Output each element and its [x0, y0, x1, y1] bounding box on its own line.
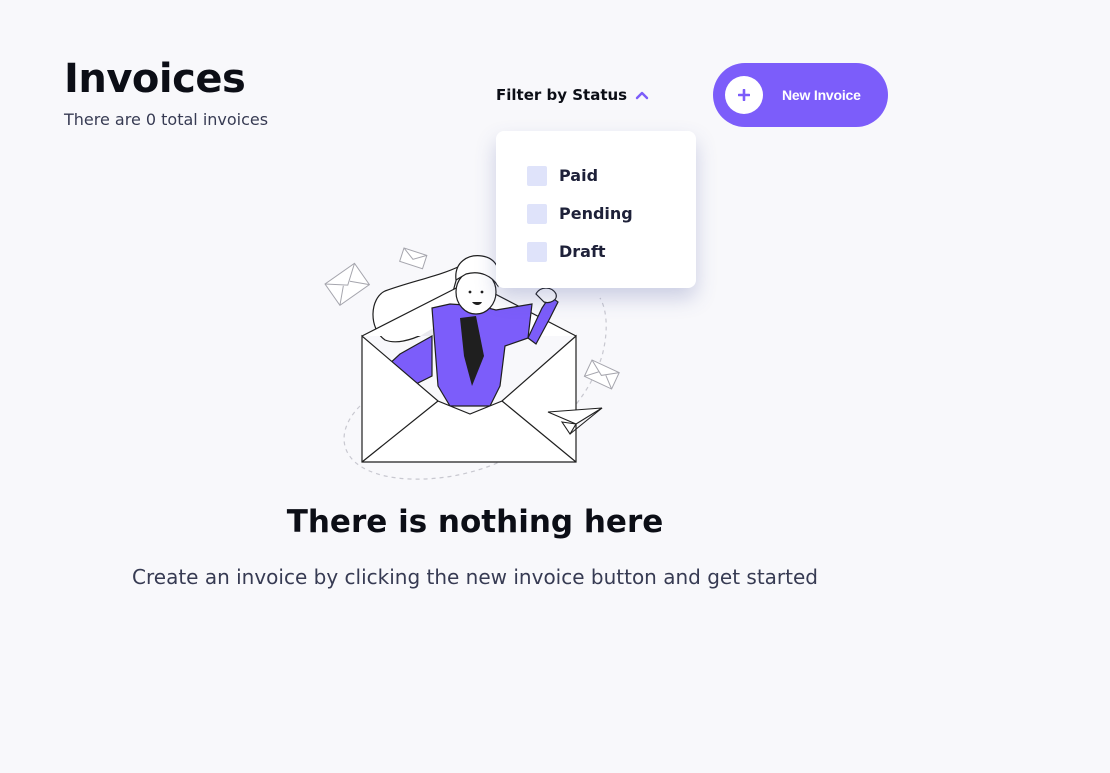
- filter-option-draft[interactable]: Draft: [496, 233, 696, 271]
- filter-label: Filter by Status: [496, 86, 628, 104]
- filter-dropdown: Paid Pending Draft: [496, 131, 696, 288]
- filter-option-label: Pending: [559, 204, 633, 223]
- plus-icon-circle: [725, 76, 763, 114]
- page-title: Invoices: [64, 56, 246, 102]
- plus-icon: [738, 89, 750, 101]
- filter-option-label: Draft: [559, 242, 606, 261]
- filter-by-status-toggle[interactable]: Filter by Status: [496, 84, 649, 106]
- new-invoice-button[interactable]: New Invoice: [713, 63, 888, 127]
- empty-state-text: Create an invoice by clicking the new in…: [132, 565, 818, 589]
- new-invoice-label: New Invoice: [782, 87, 861, 103]
- invoices-page: Invoices There are 0 total invoices Filt…: [0, 0, 1110, 773]
- pending-checkbox[interactable]: [527, 204, 547, 224]
- filter-option-label: Paid: [559, 166, 599, 185]
- invoice-count: There are 0 total invoices: [64, 110, 269, 129]
- empty-state-title: There is nothing here: [286, 504, 664, 540]
- filter-option-paid[interactable]: Paid: [496, 157, 696, 195]
- paid-checkbox[interactable]: [527, 166, 547, 186]
- draft-checkbox[interactable]: [527, 242, 547, 262]
- chevron-up-icon: [635, 91, 649, 100]
- filter-option-pending[interactable]: Pending: [496, 195, 696, 233]
